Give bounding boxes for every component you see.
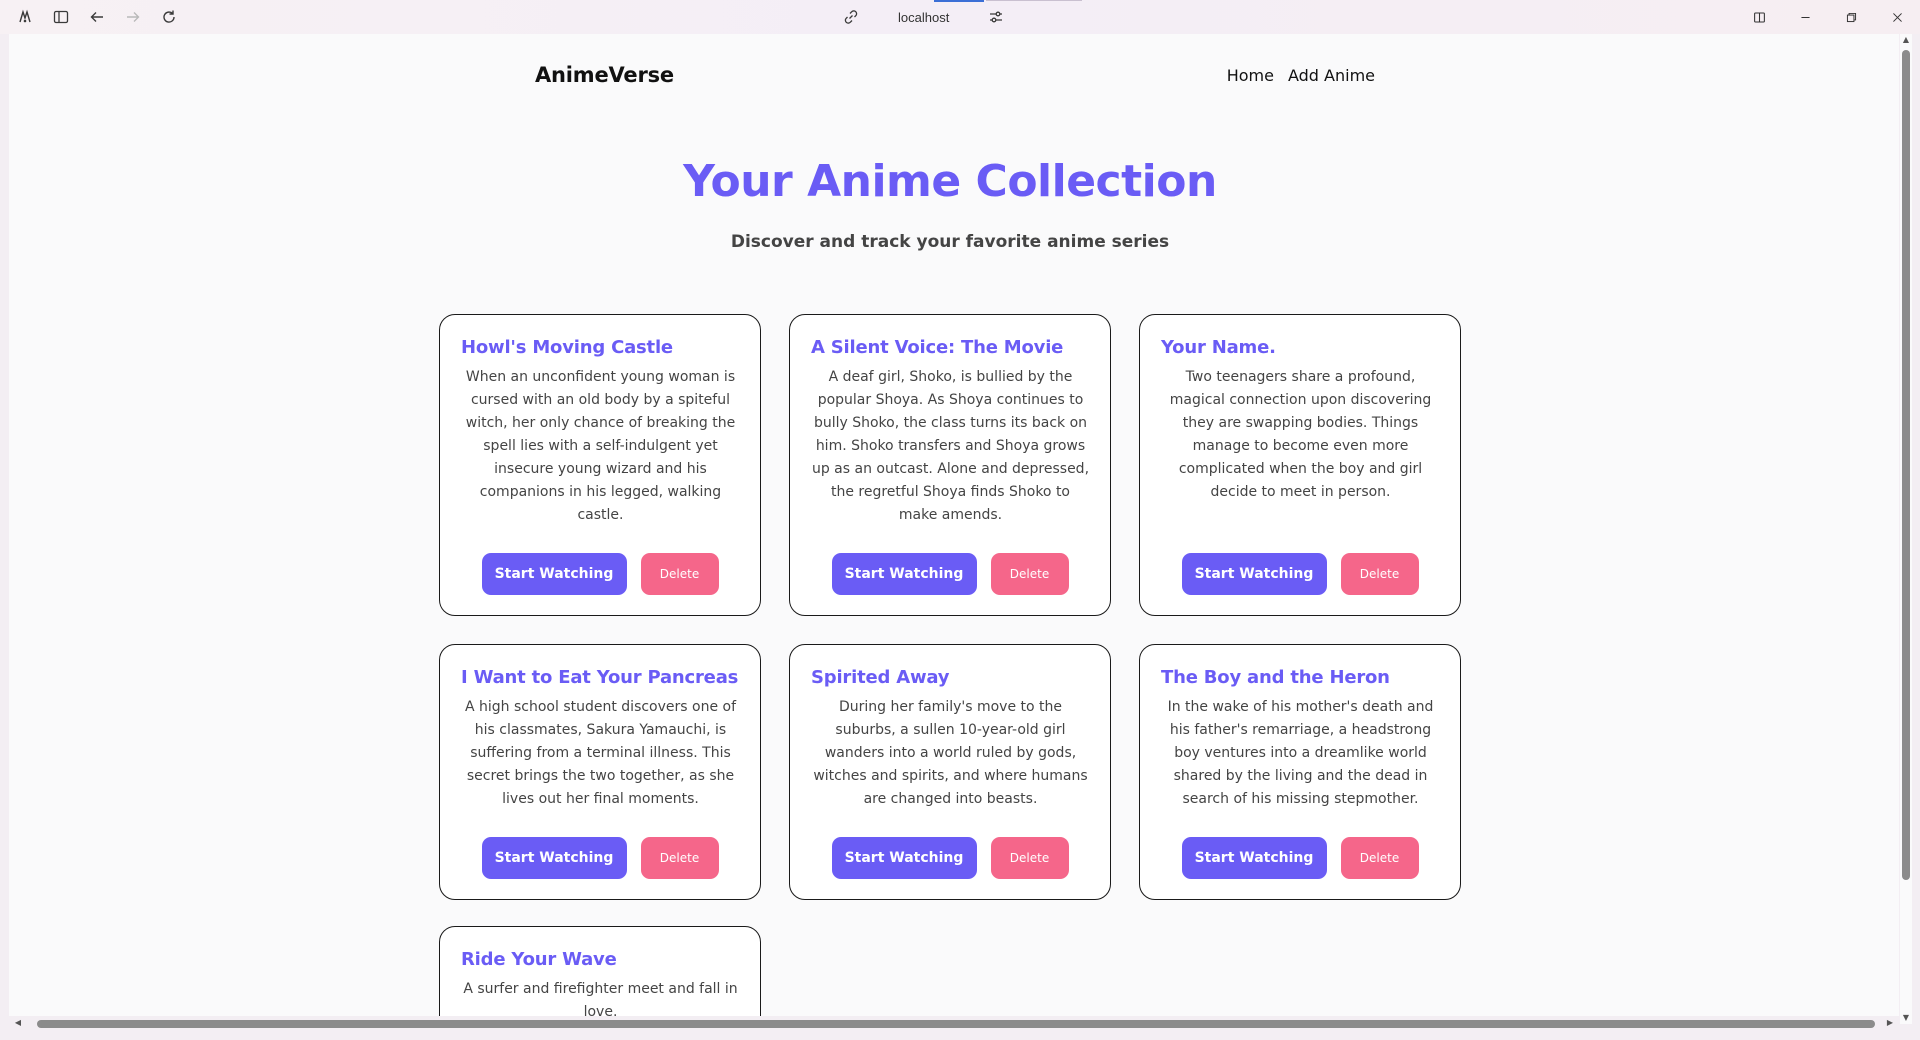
anime-title: Ride Your Wave [461, 949, 617, 970]
vertical-scrollbar-thumb[interactable] [1902, 50, 1910, 880]
card-actions: Start Watching Delete [790, 553, 1110, 595]
window-controls [1736, 0, 1920, 34]
delete-button[interactable]: Delete [640, 837, 719, 879]
card-actions: Start Watching Delete [440, 553, 760, 595]
back-icon[interactable] [86, 6, 108, 28]
anime-card-grid: Howl's Moving Castle When an unconfident… [439, 314, 1461, 900]
scroll-down-arrow-icon[interactable]: ▼ [1902, 1014, 1910, 1022]
card-actions: Start Watching Delete [1140, 553, 1460, 595]
card-actions: Start Watching Delete [790, 837, 1110, 879]
forward-icon[interactable] [122, 6, 144, 28]
site-navbar: AnimeVerse Home Add Anime [535, 54, 1375, 96]
delete-button[interactable]: Delete [990, 837, 1069, 879]
anime-description: A deaf girl, Shoko, is bullied by the po… [811, 369, 1090, 523]
brand-logo[interactable]: AnimeVerse [535, 63, 674, 87]
anime-description: When an unconfident young woman is curse… [465, 369, 736, 523]
anime-card: Spirited Away During her family's move t… [789, 644, 1111, 900]
scroll-left-arrow-icon[interactable]: ◀ [13, 1018, 23, 1028]
horizontal-scrollbar-thumb[interactable] [37, 1020, 1875, 1028]
vertical-scrollbar[interactable]: ▲ ▼ [1900, 34, 1912, 1024]
delete-button[interactable]: Delete [640, 553, 719, 595]
app-logo-icon[interactable] [14, 6, 36, 28]
card-actions: Start Watching Delete [1140, 837, 1460, 879]
start-watching-button[interactable]: Start Watching [831, 837, 977, 879]
browser-nav-controls [14, 0, 180, 34]
start-watching-button[interactable]: Start Watching [481, 553, 627, 595]
browser-toolbar: localhost [0, 0, 1920, 34]
anime-title: Spirited Away [811, 667, 950, 688]
nav-links: Home Add Anime [1227, 66, 1375, 85]
anime-description: Two teenagers share a profound, magical … [1169, 369, 1432, 500]
anime-title: Your Name. [1161, 337, 1276, 358]
anime-title: I Want to Eat Your Pancreas [461, 667, 739, 688]
card-actions: Start Watching Delete [440, 837, 760, 879]
anime-card: A Silent Voice: The Movie A deaf girl, S… [789, 314, 1111, 616]
close-icon[interactable] [1874, 0, 1920, 34]
reload-icon[interactable] [158, 6, 180, 28]
link-icon[interactable] [840, 6, 862, 28]
anime-description: During her family's move to the suburbs,… [813, 699, 1088, 807]
address-bar[interactable]: localhost [840, 0, 1007, 34]
horizontal-scrollbar[interactable]: ◀ ▶ [9, 1016, 1899, 1030]
delete-button[interactable]: Delete [990, 553, 1069, 595]
split-view-icon[interactable] [1736, 0, 1782, 34]
sidebar-toggle-icon[interactable] [50, 6, 72, 28]
page-viewport: AnimeVerse Home Add Anime Your Anime Col… [9, 34, 1899, 1024]
anime-card: Ride Your Wave A surfer and firefighter … [439, 926, 761, 1024]
anime-title: Howl's Moving Castle [461, 337, 673, 358]
anime-card: I Want to Eat Your Pancreas A high schoo… [439, 644, 761, 900]
minimize-icon[interactable] [1782, 0, 1828, 34]
nav-link-home[interactable]: Home [1227, 66, 1274, 85]
anime-title: The Boy and the Heron [1161, 667, 1390, 688]
scroll-right-arrow-icon[interactable]: ▶ [1885, 1018, 1895, 1028]
anime-card: Your Name. Two teenagers share a profoun… [1139, 314, 1461, 616]
start-watching-button[interactable]: Start Watching [1181, 553, 1327, 595]
maximize-icon[interactable] [1828, 0, 1874, 34]
anime-title: A Silent Voice: The Movie [811, 337, 1064, 358]
anime-card: Howl's Moving Castle When an unconfident… [439, 314, 761, 616]
delete-button[interactable]: Delete [1340, 553, 1419, 595]
anime-description: In the wake of his mother's death and hi… [1167, 699, 1434, 807]
site-settings-icon[interactable] [985, 6, 1007, 28]
scroll-up-arrow-icon[interactable]: ▲ [1902, 36, 1910, 44]
anime-description: A high school student discovers one of h… [464, 699, 737, 807]
nav-link-add-anime[interactable]: Add Anime [1288, 66, 1375, 85]
page-subtitle: Discover and track your favorite anime s… [730, 232, 1170, 252]
delete-button[interactable]: Delete [1340, 837, 1419, 879]
start-watching-button[interactable]: Start Watching [1181, 837, 1327, 879]
start-watching-button[interactable]: Start Watching [481, 837, 627, 879]
url-text[interactable]: localhost [898, 10, 949, 25]
start-watching-button[interactable]: Start Watching [831, 553, 977, 595]
anime-card: The Boy and the Heron In the wake of his… [1139, 644, 1461, 900]
page-title: Your Anime Collection [683, 156, 1217, 207]
